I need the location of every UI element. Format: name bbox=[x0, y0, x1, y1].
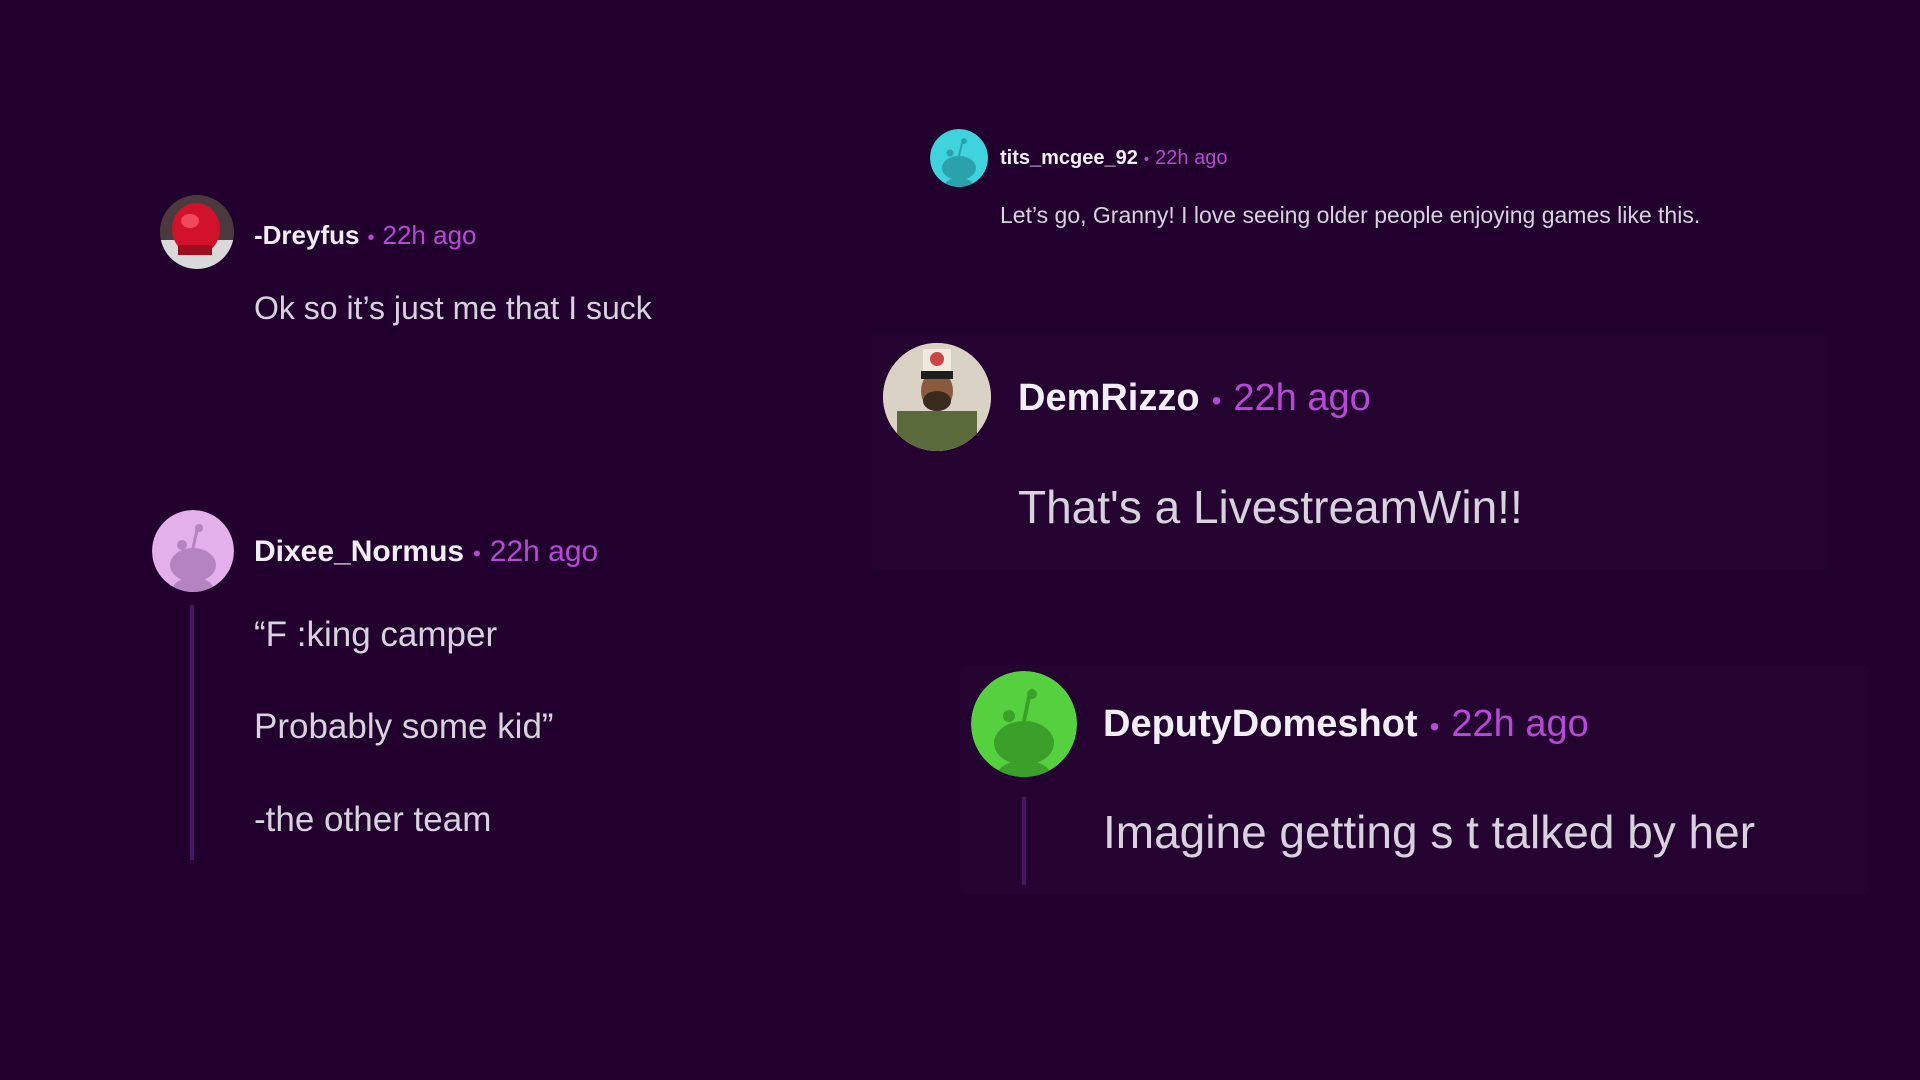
thread-line[interactable] bbox=[190, 605, 194, 860]
separator-dot: • bbox=[473, 541, 481, 566]
comment-body-line: Probably some kid” bbox=[254, 707, 554, 746]
comment-meta: Dixee_Normus • 22h ago bbox=[254, 535, 598, 569]
comments-canvas: -Dreyfus • 22h ago Ok so it’s just me th… bbox=[0, 0, 1920, 1080]
comment-dixee-normus: Dixee_Normus • 22h ago “F :king camper P… bbox=[140, 505, 700, 865]
timestamp[interactable]: 22h ago bbox=[383, 220, 477, 251]
username-link[interactable]: -Dreyfus bbox=[254, 220, 359, 251]
comment-meta: DeputyDomeshot • 22h ago bbox=[1103, 703, 1589, 746]
comment-tits-mcgee-92: tits_mcgee_92 • 22h ago Let’s go, Granny… bbox=[920, 125, 1880, 265]
username-link[interactable]: Dixee_Normus bbox=[254, 535, 464, 569]
username-link[interactable]: DeputyDomeshot bbox=[1103, 703, 1418, 746]
comment-deputydomeshot: DeputyDomeshot • 22h ago Imagine getting… bbox=[960, 665, 1870, 895]
comment-body: Let’s go, Granny! I love seeing older pe… bbox=[1000, 202, 1701, 228]
separator-dot: • bbox=[1211, 385, 1222, 416]
timestamp[interactable]: 22h ago bbox=[1233, 377, 1370, 420]
comment-body: Imagine getting s t talked by her bbox=[1103, 806, 1756, 858]
comment-dreyfus: -Dreyfus • 22h ago Ok so it’s just me th… bbox=[150, 190, 710, 340]
snoo-avatar-icon[interactable] bbox=[930, 129, 988, 187]
username-link[interactable]: tits_mcgee_92 bbox=[1000, 147, 1138, 170]
comment-demrizzo: DemRizzo • 22h ago That's a LivestreamWi… bbox=[870, 335, 1830, 570]
thread-line[interactable] bbox=[1022, 797, 1026, 885]
comment-body: That's a LivestreamWin!! bbox=[1018, 481, 1523, 533]
timestamp[interactable]: 22h ago bbox=[490, 535, 598, 569]
comment-meta: DemRizzo • 22h ago bbox=[1018, 377, 1371, 420]
red-helmet-avatar-icon[interactable] bbox=[160, 195, 234, 269]
separator-dot: • bbox=[1143, 151, 1150, 168]
timestamp[interactable]: 22h ago bbox=[1155, 147, 1227, 170]
comment-meta: tits_mcgee_92 • 22h ago bbox=[1000, 147, 1227, 170]
timestamp[interactable]: 22h ago bbox=[1451, 703, 1588, 746]
separator-dot: • bbox=[367, 227, 375, 249]
person-photo-avatar-icon[interactable] bbox=[883, 343, 991, 451]
snoo-avatar-icon[interactable] bbox=[971, 671, 1077, 777]
comment-body-line: -the other team bbox=[254, 800, 492, 839]
comment-body: Ok so it’s just me that I suck bbox=[254, 290, 652, 326]
snoo-avatar-icon[interactable] bbox=[152, 510, 234, 592]
comment-meta: -Dreyfus • 22h ago bbox=[254, 220, 476, 251]
username-link[interactable]: DemRizzo bbox=[1018, 377, 1200, 420]
comment-body-line: “F :king camper bbox=[254, 615, 498, 654]
separator-dot: • bbox=[1429, 711, 1440, 742]
